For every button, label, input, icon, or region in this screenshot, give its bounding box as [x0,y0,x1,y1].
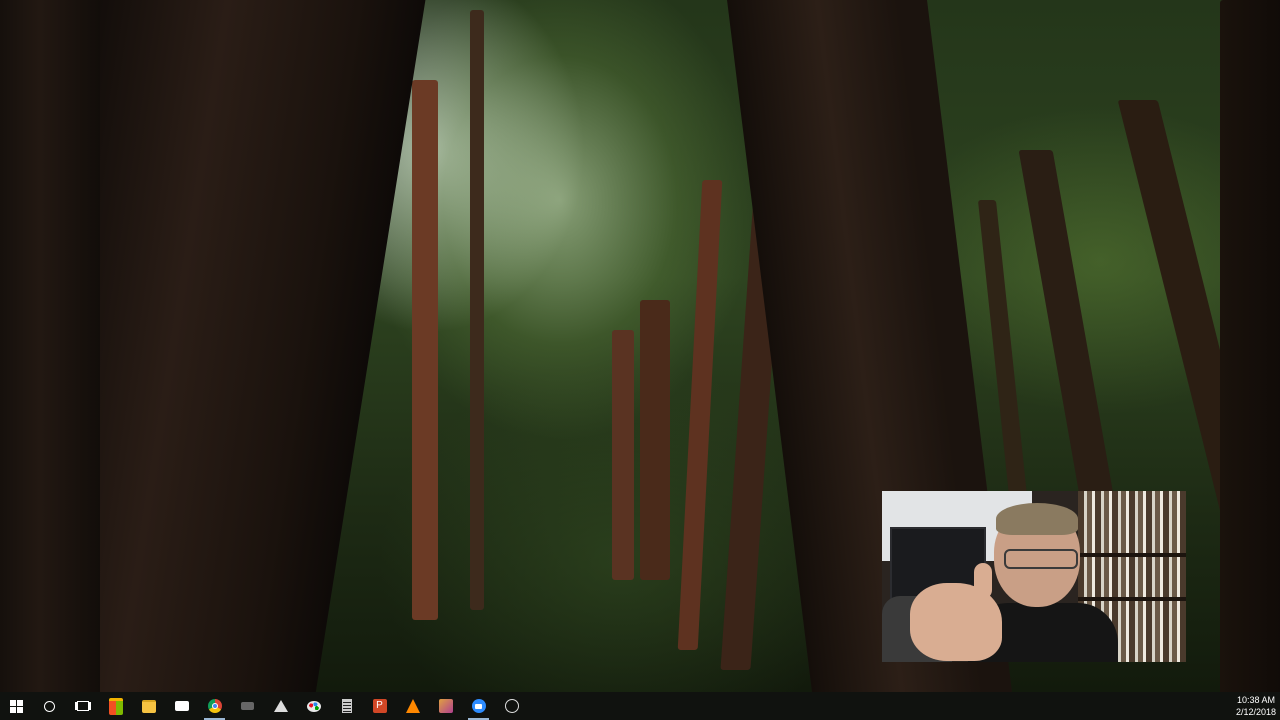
calculator-icon [341,699,352,713]
taskbar-calculator[interactable] [330,692,363,720]
obs-icon [504,699,519,713]
taskbar-paint[interactable] [297,692,330,720]
search-button[interactable] [33,692,66,720]
vlc-cone-icon [405,699,420,713]
media-app-icon [438,699,453,713]
search-circle-icon [44,700,55,712]
tree-trunk [470,10,484,610]
start-button[interactable] [0,692,33,720]
palette-icon [306,700,321,712]
tree-trunk [612,330,634,580]
folder-icon [141,699,156,713]
inkscape-icon [273,700,288,712]
chrome-icon [207,699,222,713]
tree-trunk [1220,0,1280,692]
tree-trunk [677,180,723,650]
envelope-icon [174,701,189,711]
taskbar-chrome[interactable] [198,692,231,720]
tree-trunk [0,0,100,692]
webcam-person-hair [996,503,1078,535]
webcam-overlay [882,491,1186,662]
webcam-person-glasses [1004,549,1078,569]
taskbar-file-explorer[interactable] [132,692,165,720]
taskbar: P 10:38 AM 2/12/2018 [0,692,1280,720]
taskbar-mail[interactable] [165,692,198,720]
clock-date: 2/12/2018 [1235,707,1276,717]
webcam-shelf-board [1078,553,1186,557]
tree-trunk [412,80,438,620]
taskbar-clock[interactable]: 10:38 AM 2/12/2018 [1236,694,1276,718]
taskbar-powerpoint[interactable]: P [363,692,396,720]
webcam-shelf-board [1078,597,1186,601]
powerpoint-icon: P [372,699,387,713]
taskbar-inkscape[interactable] [264,692,297,720]
capture-icon [241,702,254,710]
windows-logo-icon [10,699,23,713]
tree-trunk [640,300,670,580]
taskbar-store[interactable] [99,692,132,720]
taskbar-app-generic[interactable] [231,692,264,720]
task-view-button[interactable] [66,692,99,720]
taskbar-vlc[interactable] [396,692,429,720]
store-bag-icon [108,697,123,715]
zoom-camera-icon [471,699,486,713]
taskbar-zoom[interactable] [462,692,495,720]
webcam-person-hand [910,583,1002,661]
task-view-icon [76,701,89,711]
clock-time: 10:38 AM [1236,695,1275,705]
desktop-wallpaper [0,0,1280,692]
taskbar-media[interactable] [429,692,462,720]
taskbar-obs[interactable] [495,692,528,720]
